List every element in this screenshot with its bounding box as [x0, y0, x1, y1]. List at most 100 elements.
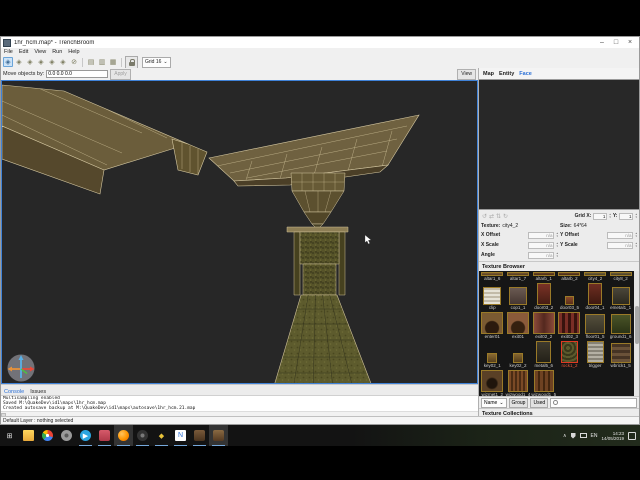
- used-toggle-button[interactable]: Used: [530, 397, 549, 408]
- taskbar-app-icon[interactable]: [99, 430, 110, 441]
- angle-input[interactable]: n/a: [528, 251, 555, 259]
- menu-item[interactable]: View: [31, 49, 49, 55]
- taskbar-app-icon[interactable]: [194, 430, 205, 441]
- taskbar-clock[interactable]: 14:23 14/05/2019: [601, 431, 624, 441]
- close-button[interactable]: ×: [623, 38, 637, 48]
- texture-item[interactable]: altar1_6: [480, 272, 505, 282]
- texture-item[interactable]: wizmet1_2: [480, 370, 505, 396]
- texture-item[interactable]: exit01: [506, 312, 531, 340]
- texture-lock-button[interactable]: [125, 55, 138, 69]
- taskbar-item[interactable]: ▶: [76, 425, 95, 446]
- texture-item[interactable]: door04_1: [583, 283, 608, 311]
- tool-button[interactable]: ◈: [14, 57, 24, 67]
- texture-item[interactable]: door03_5: [557, 283, 582, 311]
- texture-thumbnail[interactable]: [586, 341, 604, 363]
- texture-thumbnail[interactable]: [536, 283, 551, 305]
- texture-thumbnail[interactable]: [564, 296, 574, 305]
- uv-tool-icon[interactable]: ⇄: [488, 213, 495, 220]
- texture-item[interactable]: city4_2: [583, 272, 608, 282]
- tool-button[interactable]: ▦: [108, 57, 118, 67]
- taskbar-item[interactable]: [209, 425, 228, 446]
- tool-button[interactable]: ◈: [36, 57, 46, 67]
- texture-item[interactable]: city8_2: [608, 272, 633, 282]
- texture-thumbnail[interactable]: [481, 370, 504, 392]
- texture-item[interactable]: key02_2: [506, 341, 531, 369]
- spinner[interactable]: ▴ ▾: [635, 213, 637, 219]
- texture-thumbnail[interactable]: [585, 314, 606, 334]
- tool-button[interactable]: ◈: [47, 57, 57, 67]
- taskbar-app-icon[interactable]: [42, 430, 53, 441]
- taskbar-item[interactable]: ⊞: [0, 425, 19, 446]
- texture-thumbnail[interactable]: [588, 283, 603, 305]
- texture-item[interactable]: metal5_6: [531, 341, 556, 369]
- x-offset-input[interactable]: n/a: [528, 231, 555, 239]
- uv-tool-icon[interactable]: ↻: [502, 213, 509, 220]
- texture-item[interactable]: rock1_2: [557, 341, 582, 369]
- texture-thumbnail[interactable]: [508, 287, 527, 305]
- sort-dropdown[interactable]: Name ⌄: [481, 397, 507, 408]
- language-indicator[interactable]: EN: [591, 433, 598, 439]
- maximize-button[interactable]: □: [609, 38, 623, 48]
- texture-thumbnail[interactable]: [611, 287, 630, 305]
- taskbar-item[interactable]: [57, 425, 76, 446]
- tray-chevron-icon[interactable]: ∧: [563, 433, 567, 439]
- y-scale-input[interactable]: n/a: [607, 241, 634, 249]
- taskbar-item[interactable]: [95, 425, 114, 446]
- texture-thumbnail[interactable]: [512, 353, 523, 363]
- taskbar-app-icon[interactable]: ◆: [156, 430, 167, 441]
- taskbar-item[interactable]: [114, 425, 133, 446]
- action-center-icon[interactable]: [628, 431, 636, 440]
- texture-search-box[interactable]: [550, 397, 637, 408]
- texture-thumbnail[interactable]: [533, 370, 554, 392]
- taskbar-item[interactable]: [19, 425, 38, 446]
- spinner[interactable]: ▴ ▾: [609, 213, 611, 219]
- tool-button[interactable]: ▥: [97, 57, 107, 67]
- texture-item[interactable]: door03_2: [531, 283, 556, 311]
- tool-button[interactable]: ◈: [58, 57, 68, 67]
- texture-thumbnail[interactable]: [507, 370, 528, 392]
- texture-item[interactable]: exit02_3: [557, 312, 582, 340]
- uv-tool-icon[interactable]: ↺: [481, 213, 488, 220]
- taskbar-item[interactable]: N: [171, 425, 190, 446]
- taskbar-item[interactable]: [190, 425, 209, 446]
- scrollbar-thumb[interactable]: [634, 306, 639, 344]
- texture-item[interactable]: floor01_5: [583, 312, 608, 340]
- menu-item[interactable]: Help: [65, 49, 82, 55]
- taskbar-app-icon[interactable]: [118, 430, 129, 441]
- texture-thumbnail[interactable]: [536, 341, 552, 363]
- move-objects-input[interactable]: [46, 70, 109, 78]
- menu-item[interactable]: Edit: [16, 49, 31, 55]
- grid-y-input[interactable]: 1: [619, 212, 634, 220]
- texture-thumbnail[interactable]: [532, 312, 555, 334]
- texture-thumbnail[interactable]: [483, 287, 502, 305]
- uv-editor-view[interactable]: [479, 79, 639, 210]
- texture-item[interactable]: wbrick1_5: [608, 341, 633, 369]
- y-offset-input[interactable]: n/a: [607, 231, 634, 239]
- display-icon[interactable]: [579, 433, 587, 438]
- texture-search-input[interactable]: [558, 399, 634, 406]
- taskbar-app-icon[interactable]: [61, 430, 72, 441]
- panel-tab[interactable]: Map: [483, 71, 494, 77]
- uv-tool-icon[interactable]: ⇅: [495, 213, 502, 220]
- tool-button[interactable]: ◈: [3, 57, 13, 67]
- texture-thumbnail[interactable]: [610, 343, 631, 363]
- texture-item[interactable]: key02_1: [480, 341, 505, 369]
- x-scale-input[interactable]: n/a: [528, 241, 555, 249]
- texture-item[interactable]: enter01: [480, 312, 505, 340]
- tool-button[interactable]: ◈: [25, 57, 35, 67]
- defender-shield-icon[interactable]: [570, 432, 576, 439]
- menu-item[interactable]: Run: [49, 49, 65, 55]
- texture-item[interactable]: exit02_2: [531, 312, 556, 340]
- group-toggle-button[interactable]: Group: [508, 397, 529, 408]
- taskbar-app-icon[interactable]: [213, 430, 224, 441]
- texture-item[interactable]: ground1_6: [608, 312, 633, 340]
- menu-item[interactable]: File: [1, 49, 16, 55]
- taskbar-app-icon[interactable]: ▶: [80, 430, 91, 441]
- texture-item[interactable]: wizwood1_4: [506, 370, 530, 396]
- taskbar-app-icon[interactable]: ⊞: [4, 430, 15, 441]
- minimize-button[interactable]: –: [595, 38, 609, 48]
- console-log[interactable]: Depth buffer bits: 24Multisampling enabl…: [1, 395, 478, 411]
- grid-x-input[interactable]: 1: [593, 212, 608, 220]
- titlebar[interactable]: 1hr_hcm.map* - TrenchBroom – □ ×: [1, 37, 639, 48]
- texture-browser-scrollbar[interactable]: [634, 271, 639, 396]
